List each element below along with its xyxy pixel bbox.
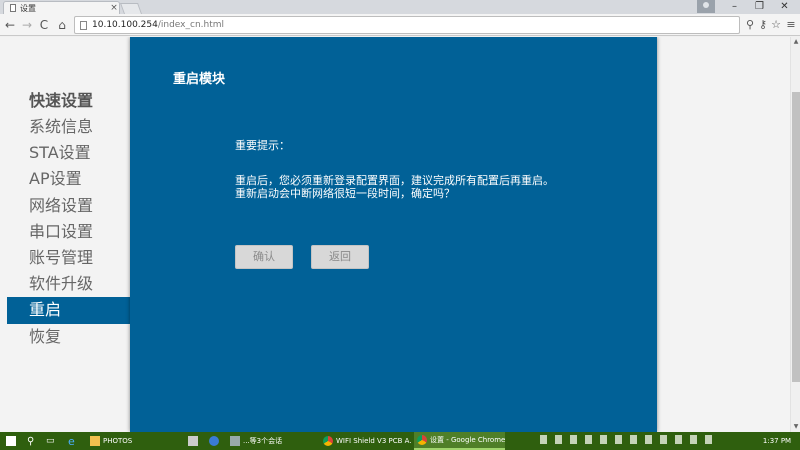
taskbar-app-chat[interactable]: ...等3个会话 [227, 432, 313, 450]
tray-icon[interactable] [690, 435, 697, 444]
tray-icon[interactable] [660, 435, 667, 444]
restore-button[interactable]: ❐ [747, 0, 772, 14]
tray-icon[interactable] [600, 435, 607, 444]
restart-panel: 重启模块 重要提示： 重启后，您必须重新登录配置界面，建议完成所有配置后再重启。… [130, 37, 657, 432]
minimize-button[interactable]: – [722, 0, 747, 14]
tray-icon[interactable] [630, 435, 637, 444]
sidebar-item-account[interactable]: 账号管理 [7, 245, 130, 271]
start-button[interactable] [6, 432, 18, 450]
taskbar-chrome1-label: WIFI Shield V3 PCB A... [336, 437, 412, 445]
messenger-icon [209, 436, 219, 446]
search-icon[interactable]: ⚲ [27, 432, 39, 450]
taskbar-chrome-window-1[interactable]: WIFI Shield V3 PCB A... [320, 432, 412, 450]
tray-icon[interactable] [555, 435, 562, 444]
sidebar: 快速设置 系统信息 STA设置 AP设置 网络设置 串口设置 账号管理 软件升级… [7, 88, 130, 350]
sidebar-item-sta[interactable]: STA设置 [7, 140, 130, 166]
back-return-button[interactable]: 返回 [311, 245, 369, 269]
back-button[interactable]: ← [3, 17, 17, 33]
scroll-up-icon[interactable]: ▲ [791, 37, 800, 47]
profile-icon[interactable] [697, 0, 715, 13]
chrome-icon [323, 436, 333, 446]
tray-icon[interactable] [645, 435, 652, 444]
windows-taskbar: ⚲ ▭ e PHOTOS ...等3个会话 WIFI Shield V3 PCB… [0, 432, 800, 450]
sidebar-heading-quick-setup[interactable]: 快速设置 [7, 88, 130, 114]
page-info-icon[interactable] [80, 20, 87, 30]
zoom-icon[interactable]: ⚲ [744, 18, 756, 32]
sidebar-item-restart[interactable]: 重启 [7, 297, 130, 324]
page-icon [10, 4, 16, 12]
taskbar-chrome2-label: 设置 - Google Chrome [430, 436, 505, 444]
tab-close-icon[interactable]: × [109, 3, 119, 13]
tray-icon[interactable] [585, 435, 592, 444]
url-path: /index_cn.html [157, 20, 225, 30]
taskbar-clock[interactable]: 1:37 PM [757, 432, 797, 450]
browser-tab[interactable]: 设置 × [3, 1, 120, 14]
tray-icon[interactable] [705, 435, 712, 444]
address-bar[interactable]: 10.10.100.254 /index_cn.html [74, 16, 740, 34]
tab-strip: 设置 × – ❐ ✕ [0, 0, 800, 14]
sidebar-item-upgrade[interactable]: 软件升级 [7, 271, 130, 297]
taskbar-app-store[interactable] [185, 432, 199, 450]
sidebar-item-restore[interactable]: 恢复 [7, 324, 130, 350]
confirm-button[interactable]: 确认 [235, 245, 293, 269]
home-button[interactable]: ⌂ [55, 17, 69, 33]
taskbar-chat-label: ...等3个会话 [243, 437, 283, 445]
notice-title: 重要提示： [235, 139, 290, 152]
tab-title: 设置 [20, 3, 36, 13]
tray-icon[interactable] [675, 435, 682, 444]
sidebar-item-ap[interactable]: AP设置 [7, 166, 130, 192]
url-host: 10.10.100.254 [92, 20, 158, 30]
reload-button[interactable]: C [37, 17, 51, 33]
sidebar-item-system-info[interactable]: 系统信息 [7, 114, 130, 140]
windows-logo-icon [6, 436, 16, 446]
taskbar-chrome-window-2[interactable]: 设置 - Google Chrome [414, 432, 505, 450]
folder-icon [90, 436, 100, 446]
notice-text-line-2: 重新启动会中断网络很短一段时间，确定吗？ [235, 187, 455, 200]
key-icon[interactable]: ⚷ [757, 18, 769, 32]
taskbar-app-messenger[interactable] [206, 432, 220, 450]
bookmark-star-icon[interactable]: ☆ [770, 18, 782, 32]
taskbar-photos-label: PHOTOS [103, 437, 133, 445]
page-scrollbar[interactable]: ▲ ▼ [790, 37, 800, 432]
forward-button[interactable]: → [20, 17, 34, 33]
scroll-down-icon[interactable]: ▼ [791, 422, 800, 432]
chrome-menu-icon[interactable]: ≡ [785, 18, 797, 32]
scroll-thumb[interactable] [792, 92, 800, 382]
tray-icon[interactable] [570, 435, 577, 444]
tray-icon[interactable] [540, 435, 547, 444]
sidebar-item-network[interactable]: 网络设置 [7, 193, 130, 219]
chat-icon [230, 436, 240, 446]
panel-title: 重启模块 [173, 72, 226, 87]
close-window-button[interactable]: ✕ [772, 0, 797, 14]
page-content: 快速设置 系统信息 STA设置 AP设置 网络设置 串口设置 账号管理 软件升级… [0, 37, 790, 432]
chrome-icon [417, 435, 427, 445]
taskbar-app-photos[interactable]: PHOTOS [87, 432, 177, 450]
browser-toolbar: ← → C ⌂ 10.10.100.254 /index_cn.html ⚲ ⚷… [0, 14, 800, 36]
tray-icon[interactable] [615, 435, 622, 444]
sidebar-item-serial[interactable]: 串口设置 [7, 219, 130, 245]
store-icon [188, 436, 198, 446]
ie-icon[interactable]: e [68, 432, 80, 450]
task-view-icon[interactable]: ▭ [46, 432, 58, 450]
system-tray [540, 435, 750, 447]
new-tab-button[interactable] [119, 3, 143, 14]
